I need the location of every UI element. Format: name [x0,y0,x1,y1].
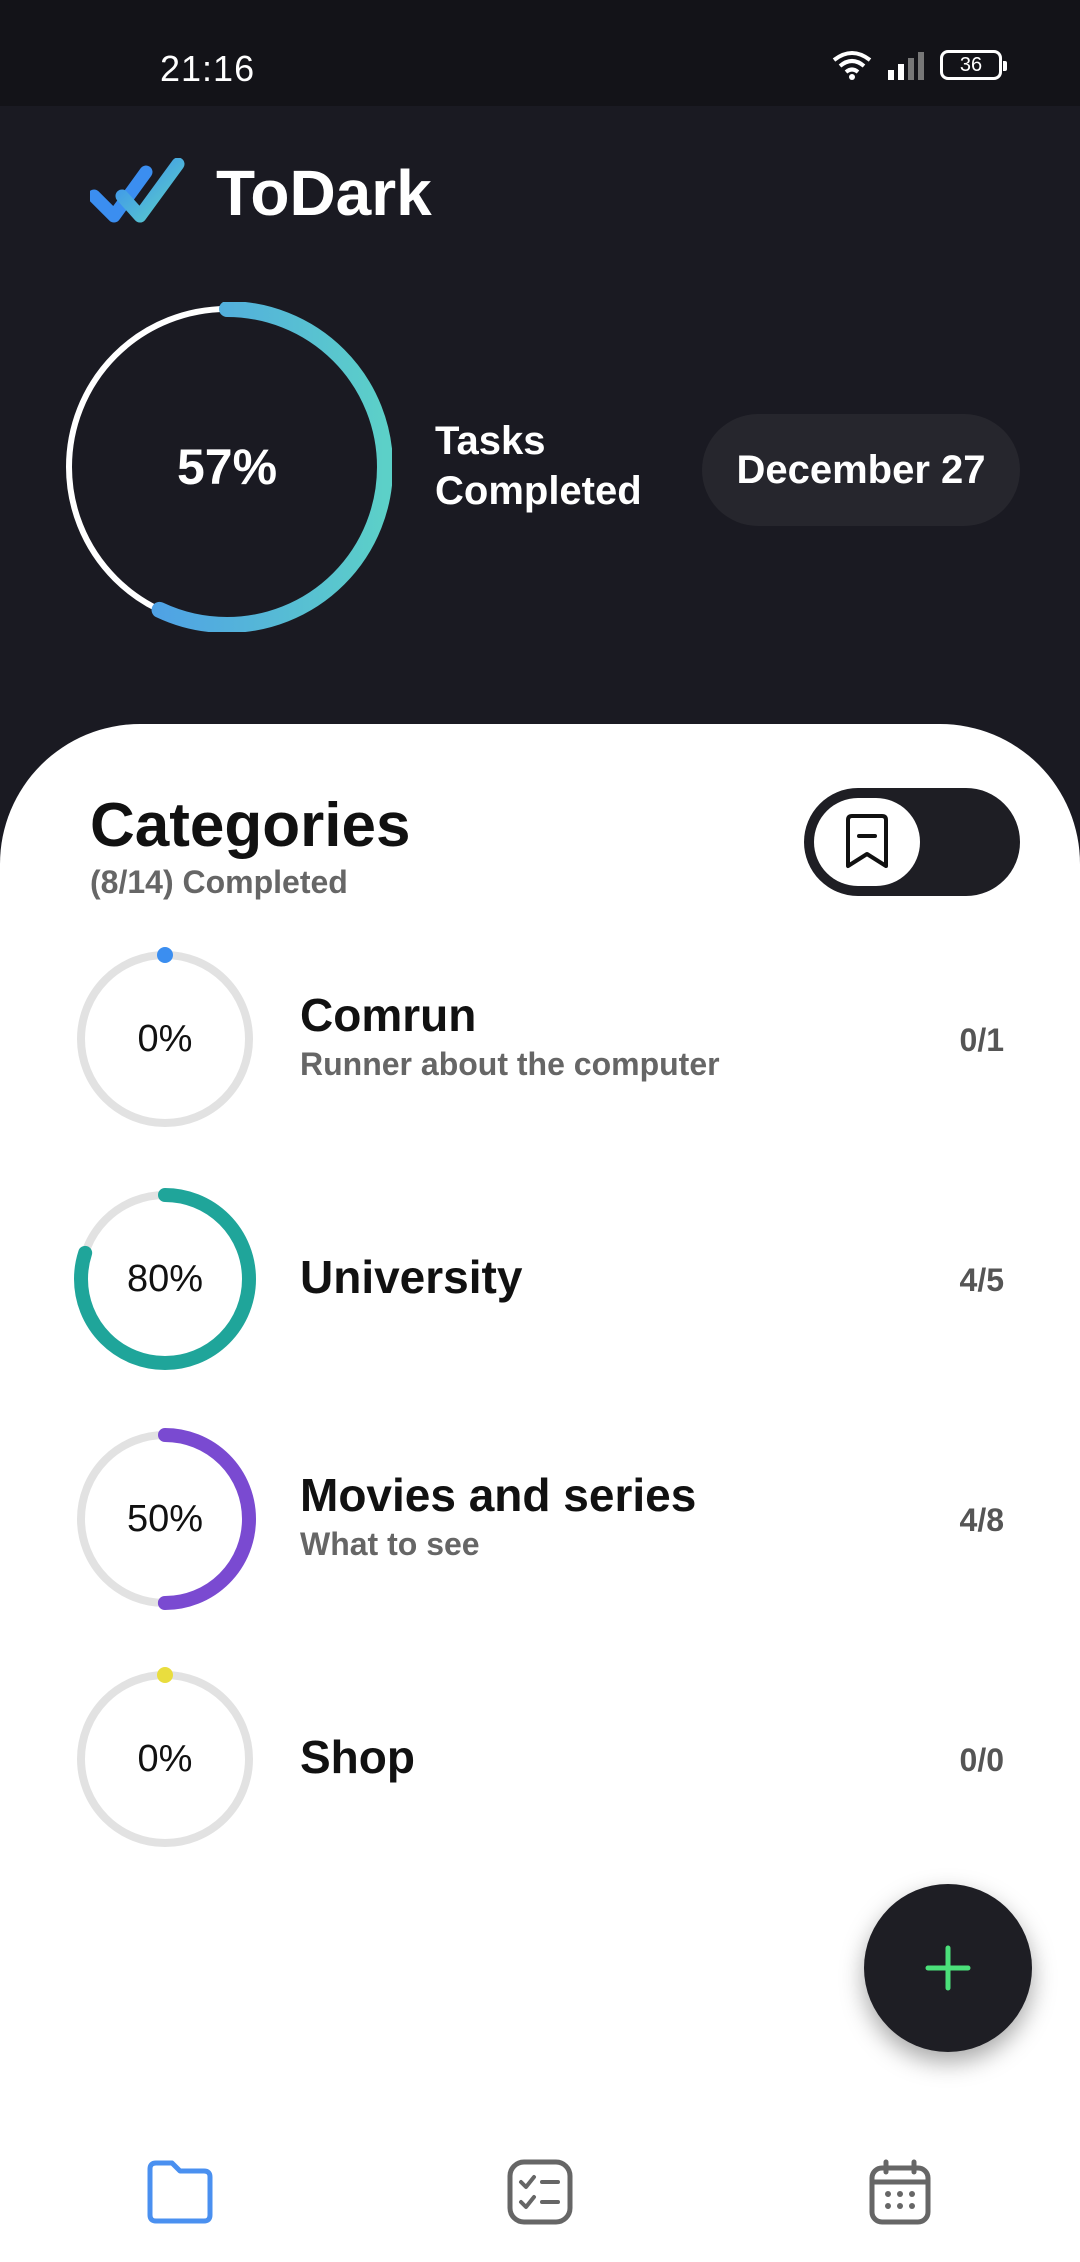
category-percent: 0% [137,1737,193,1780]
toggle-knob [814,798,920,886]
category-description: What to see [300,1526,480,1562]
nav-tasks[interactable] [500,2152,580,2232]
checklist-icon [507,2159,573,2225]
nav-calendar[interactable] [860,2152,940,2232]
status-icons: 36 [832,50,1007,80]
overall-progress-ring: 57% [61,301,393,633]
tasks-completed-label: Tasks Completed [435,416,642,516]
bookmark-icon [846,814,888,868]
category-percent: 50% [126,1497,204,1540]
category-percent: 0% [137,1017,193,1060]
categories-title: Categories [90,791,411,860]
category-percent: 80% [126,1257,204,1300]
battery-icon: 36 [940,50,1007,80]
tasks-label-line1: Tasks [435,419,546,463]
categories-subtitle: (8/14) Completed [90,864,348,900]
category-count: 4/5 [959,1262,1004,1298]
overall-percent: 57% [176,439,278,495]
category-description: Runner about the computer [300,1046,720,1082]
add-category-button[interactable] [864,1884,1032,2052]
category-name: University [300,1251,523,1303]
category-count: 0/0 [959,1742,1004,1778]
category-progress-ring: 80% [70,1184,260,1374]
status-bar: 21:16 36 [0,0,1080,106]
status-time: 21:16 [160,48,256,89]
category-progress-ring: 0% [70,944,260,1134]
category-row[interactable]: 0% Shop 0/0 [0,1664,1080,1864]
calendar-icon [869,2159,931,2225]
plus-icon [925,1945,971,1991]
category-count: 4/8 [959,1502,1004,1538]
signal-icon [888,52,924,80]
category-count: 0/1 [959,1022,1004,1058]
folder-icon [147,2160,213,2224]
tasks-label-line2: Completed [435,469,642,513]
app-title: ToDark [216,157,432,229]
header: ToDark 57% Tasks Completed December 27 [0,106,1080,756]
category-name: Movies and series [300,1469,697,1521]
category-name: Shop [300,1731,415,1783]
wifi-icon [832,51,872,80]
category-progress-ring: 50% [70,1424,260,1614]
category-row[interactable]: 80% University 4/5 [0,1184,1080,1384]
category-row[interactable]: 0% Comrun Runner about the computer 0/1 [0,944,1080,1144]
category-row[interactable]: 50% Movies and series What to see 4/8 [0,1424,1080,1624]
category-name: Comrun [300,989,477,1041]
bottom-nav [0,2130,1080,2262]
bookmark-toggle[interactable] [804,788,1020,896]
category-progress-ring: 0% [70,1664,260,1854]
date-pill[interactable]: December 27 [702,414,1020,526]
nav-categories[interactable] [140,2152,220,2232]
double-check-logo-icon [90,158,185,223]
logo-row: ToDark [90,156,432,230]
